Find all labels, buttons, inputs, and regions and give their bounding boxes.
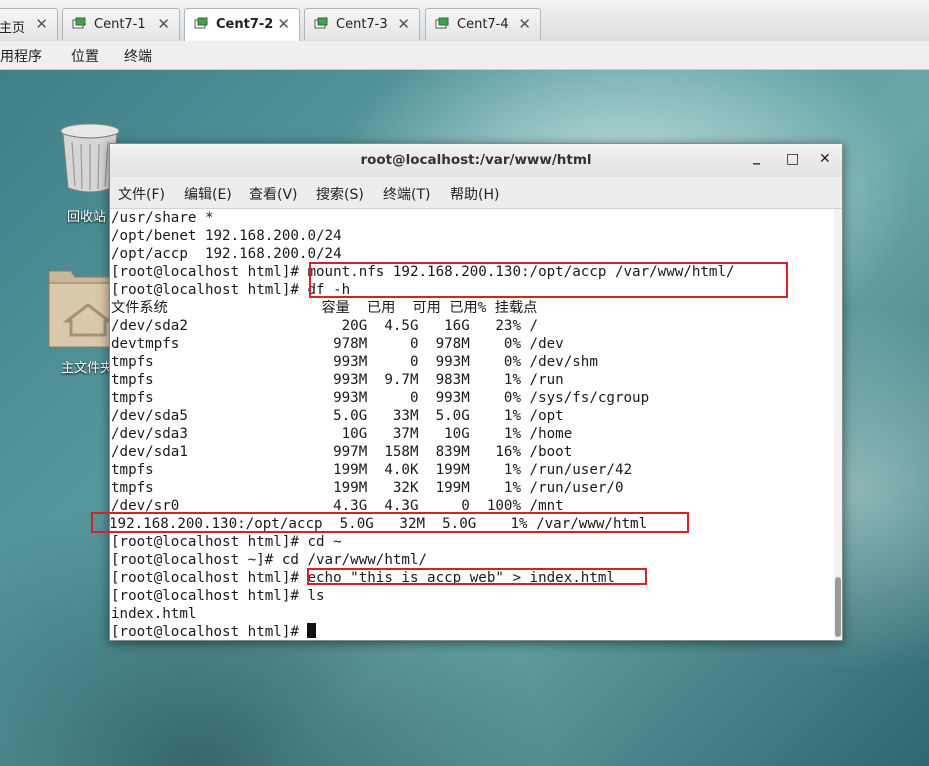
window-titlebar[interactable]: root@localhost:/var/www/html _ □ ✕ bbox=[110, 144, 842, 178]
home-folder-icon[interactable] bbox=[47, 265, 113, 349]
tab-home[interactable]: 主页 ✕ bbox=[0, 8, 58, 40]
tab-label: Cent7-3 bbox=[336, 17, 388, 32]
console-line: [root@localhost html]# cd ~ bbox=[111, 534, 342, 550]
close-icon[interactable]: ✕ bbox=[397, 15, 410, 33]
close-icon[interactable]: ✕ bbox=[157, 15, 170, 33]
terminal-menubar: 文件(F) 编辑(E) 查看(V) 搜索(S) 终端(T) 帮助(H) bbox=[110, 177, 842, 209]
host-tab-bar: 主页 ✕ Cent7-1 ✕ Cent7-2 ✕ Cent7-3 ✕ Cent7… bbox=[0, 0, 929, 42]
menu-places[interactable]: 位置 bbox=[71, 46, 99, 66]
menu-terminal[interactable]: 终端 bbox=[124, 46, 152, 66]
menu-applications[interactable]: 应用程序 bbox=[0, 46, 42, 66]
console-prompt-line: [root@localhost html]# bbox=[111, 623, 317, 640]
tab-label: 主页 bbox=[0, 21, 26, 36]
close-icon[interactable]: ✕ bbox=[277, 15, 290, 33]
close-icon[interactable]: ✕ bbox=[35, 15, 48, 33]
vm-icon bbox=[72, 17, 86, 29]
menu-edit[interactable]: 编辑(E) bbox=[184, 184, 232, 204]
tab-label: Cent7-1 bbox=[94, 17, 146, 32]
console-line: /dev/sda1 997M 158M 839M 16% /boot bbox=[111, 444, 573, 460]
minimize-button[interactable]: _ bbox=[753, 149, 760, 165]
console-line: /usr/share * bbox=[111, 210, 214, 226]
vm-icon bbox=[314, 17, 328, 29]
maximize-button[interactable]: □ bbox=[786, 151, 799, 167]
scrollbar[interactable] bbox=[834, 209, 842, 640]
home-folder-label: 主文件夹 bbox=[61, 361, 114, 376]
console-line: [root@localhost ~]# cd /var/www/html/ bbox=[111, 552, 428, 568]
tab-label: Cent7-4 bbox=[457, 17, 509, 32]
prompt-text: [root@localhost html]# bbox=[111, 624, 308, 640]
vm-icon bbox=[435, 17, 449, 29]
menu-search[interactable]: 搜索(S) bbox=[316, 184, 364, 204]
scrollbar-thumb[interactable] bbox=[835, 577, 841, 637]
tab-cent7-1[interactable]: Cent7-1 ✕ bbox=[62, 8, 180, 40]
text-cursor bbox=[307, 623, 317, 638]
terminal-window: root@localhost:/var/www/html _ □ ✕ 文件(F)… bbox=[109, 143, 843, 641]
console-line: devtmpfs 978M 0 978M 0% /dev bbox=[111, 336, 564, 352]
console-line: tmpfs 199M 32K 199M 1% /run/user/0 bbox=[111, 480, 624, 496]
menu-help[interactable]: 帮助(H) bbox=[450, 184, 499, 204]
trash-label: 回收站 bbox=[67, 210, 107, 225]
console-line: /opt/benet 192.168.200.0/24 bbox=[111, 228, 342, 244]
console-line: /dev/sda5 5.0G 33M 5.0G 1% /opt bbox=[111, 408, 564, 424]
close-button[interactable]: ✕ bbox=[819, 151, 831, 167]
console-line: tmpfs 199M 4.0K 199M 1% /run/user/42 bbox=[111, 462, 633, 478]
annotation-box-echo bbox=[307, 568, 647, 585]
vm-icon bbox=[194, 17, 208, 29]
tab-cent7-4[interactable]: Cent7-4 ✕ bbox=[425, 8, 541, 40]
close-icon[interactable]: ✕ bbox=[518, 15, 531, 33]
console-line: /dev/sda3 10G 37M 10G 1% /home bbox=[111, 426, 573, 442]
console-line: index.html bbox=[111, 606, 197, 622]
menu-file[interactable]: 文件(F) bbox=[118, 184, 165, 204]
console-line: tmpfs 993M 9.7M 983M 1% /run bbox=[111, 372, 564, 388]
console-line: /dev/sda2 20G 4.5G 16G 23% / bbox=[111, 318, 539, 334]
window-title: root@localhost:/var/www/html bbox=[360, 152, 592, 168]
annotation-box-nfs-mount bbox=[91, 512, 689, 533]
console-line: 文件系统 容量 已用 可用 已用% 挂载点 bbox=[111, 300, 538, 316]
tab-cent7-3[interactable]: Cent7-3 ✕ bbox=[304, 8, 420, 40]
console-line: [root@localhost html]# ls bbox=[111, 588, 325, 604]
tab-cent7-2[interactable]: Cent7-2 ✕ bbox=[184, 8, 300, 41]
console-line: tmpfs 993M 0 993M 0% /sys/fs/cgroup bbox=[111, 390, 650, 406]
menu-view[interactable]: 查看(V) bbox=[249, 184, 298, 204]
console-line: /opt/accp 192.168.200.0/24 bbox=[111, 246, 342, 262]
annotation-box-mount bbox=[309, 262, 788, 298]
tab-label: Cent7-2 bbox=[216, 17, 274, 32]
console-line: tmpfs 993M 0 993M 0% /dev/shm bbox=[111, 354, 598, 370]
guest-top-bar: 应用程序 位置 终端 bbox=[0, 41, 929, 70]
menu-terminal[interactable]: 终端(T) bbox=[383, 184, 430, 204]
